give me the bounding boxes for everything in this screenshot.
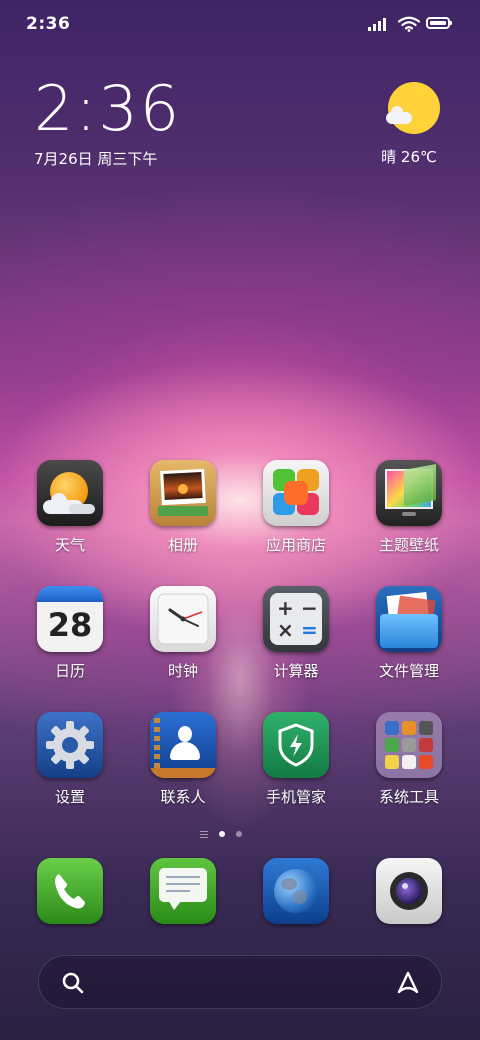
app-store-icon xyxy=(263,460,329,526)
app-file-manager[interactable]: 文件管理 xyxy=(359,586,459,681)
security-icon xyxy=(263,712,329,778)
app-label: 相册 xyxy=(167,536,198,554)
widget-time: 2:36 xyxy=(34,72,182,145)
sunny-cloud-icon xyxy=(386,82,440,134)
page-dot xyxy=(236,831,242,837)
settings-icon xyxy=(37,712,103,778)
search-bar[interactable] xyxy=(38,955,442,1009)
app-calendar[interactable]: 28 日历 xyxy=(20,586,120,681)
camera-icon xyxy=(376,858,442,924)
themes-icon xyxy=(376,460,442,526)
home-screen: 2:36 2:36 7月26日 周三下午 晴 26℃ 天气 相册 应用商店 主题… xyxy=(0,0,480,1040)
dock-messages[interactable] xyxy=(133,858,233,924)
assistant-icon[interactable] xyxy=(395,970,421,996)
app-label: 主题壁纸 xyxy=(378,536,439,554)
browser-icon xyxy=(263,858,329,924)
status-time: 2:36 xyxy=(26,14,71,34)
calendar-day: 28 xyxy=(47,606,93,644)
gallery-icon xyxy=(150,460,216,526)
file-manager-icon xyxy=(376,586,442,652)
app-label: 天气 xyxy=(54,536,85,554)
page-indicator[interactable] xyxy=(200,830,280,840)
page-list-icon xyxy=(200,831,208,839)
app-label: 设置 xyxy=(54,788,85,806)
app-themes[interactable]: 主题壁纸 xyxy=(359,460,459,555)
app-label: 系统工具 xyxy=(378,788,439,806)
app-label: 手机管家 xyxy=(265,788,326,806)
system-tools-folder-icon xyxy=(376,712,442,778)
app-calculator[interactable]: + − × = 计算器 xyxy=(246,586,346,681)
calendar-icon: 28 xyxy=(37,586,103,652)
phone-icon xyxy=(37,858,103,924)
dock-browser[interactable] xyxy=(246,858,346,924)
app-clock[interactable]: 时钟 xyxy=(133,586,233,681)
clock-widget[interactable]: 2:36 7月26日 周三下午 xyxy=(34,74,181,169)
app-label: 应用商店 xyxy=(265,536,326,554)
battery-icon xyxy=(426,17,452,29)
contacts-icon xyxy=(150,712,216,778)
calculator-icon: + − × = xyxy=(263,586,329,652)
dock-phone[interactable] xyxy=(20,858,120,924)
app-security[interactable]: 手机管家 xyxy=(246,712,346,807)
app-gallery[interactable]: 相册 xyxy=(133,460,233,555)
weather-widget[interactable]: 晴 26℃ xyxy=(381,82,444,167)
app-store[interactable]: 应用商店 xyxy=(246,460,346,555)
app-label: 计算器 xyxy=(273,662,319,680)
app-settings[interactable]: 设置 xyxy=(20,712,120,807)
app-label: 时钟 xyxy=(167,662,198,680)
signal-icon xyxy=(368,17,390,31)
app-weather[interactable]: 天气 xyxy=(20,460,120,555)
app-label: 联系人 xyxy=(160,788,206,806)
app-label: 文件管理 xyxy=(378,662,439,680)
search-icon xyxy=(62,972,84,994)
clock-icon xyxy=(150,586,216,652)
messages-icon xyxy=(150,858,216,924)
dock-camera[interactable] xyxy=(359,858,459,924)
app-system-tools[interactable]: 系统工具 xyxy=(359,712,459,807)
weather-icon xyxy=(37,460,103,526)
status-bar: 2:36 xyxy=(0,0,480,48)
widget-date: 7月26日 周三下午 xyxy=(34,150,158,168)
wifi-icon xyxy=(398,16,420,32)
weather-text: 晴 26℃ xyxy=(381,148,437,166)
app-label: 日历 xyxy=(54,662,85,680)
page-dot-current xyxy=(219,831,225,837)
app-contacts[interactable]: 联系人 xyxy=(133,712,233,807)
